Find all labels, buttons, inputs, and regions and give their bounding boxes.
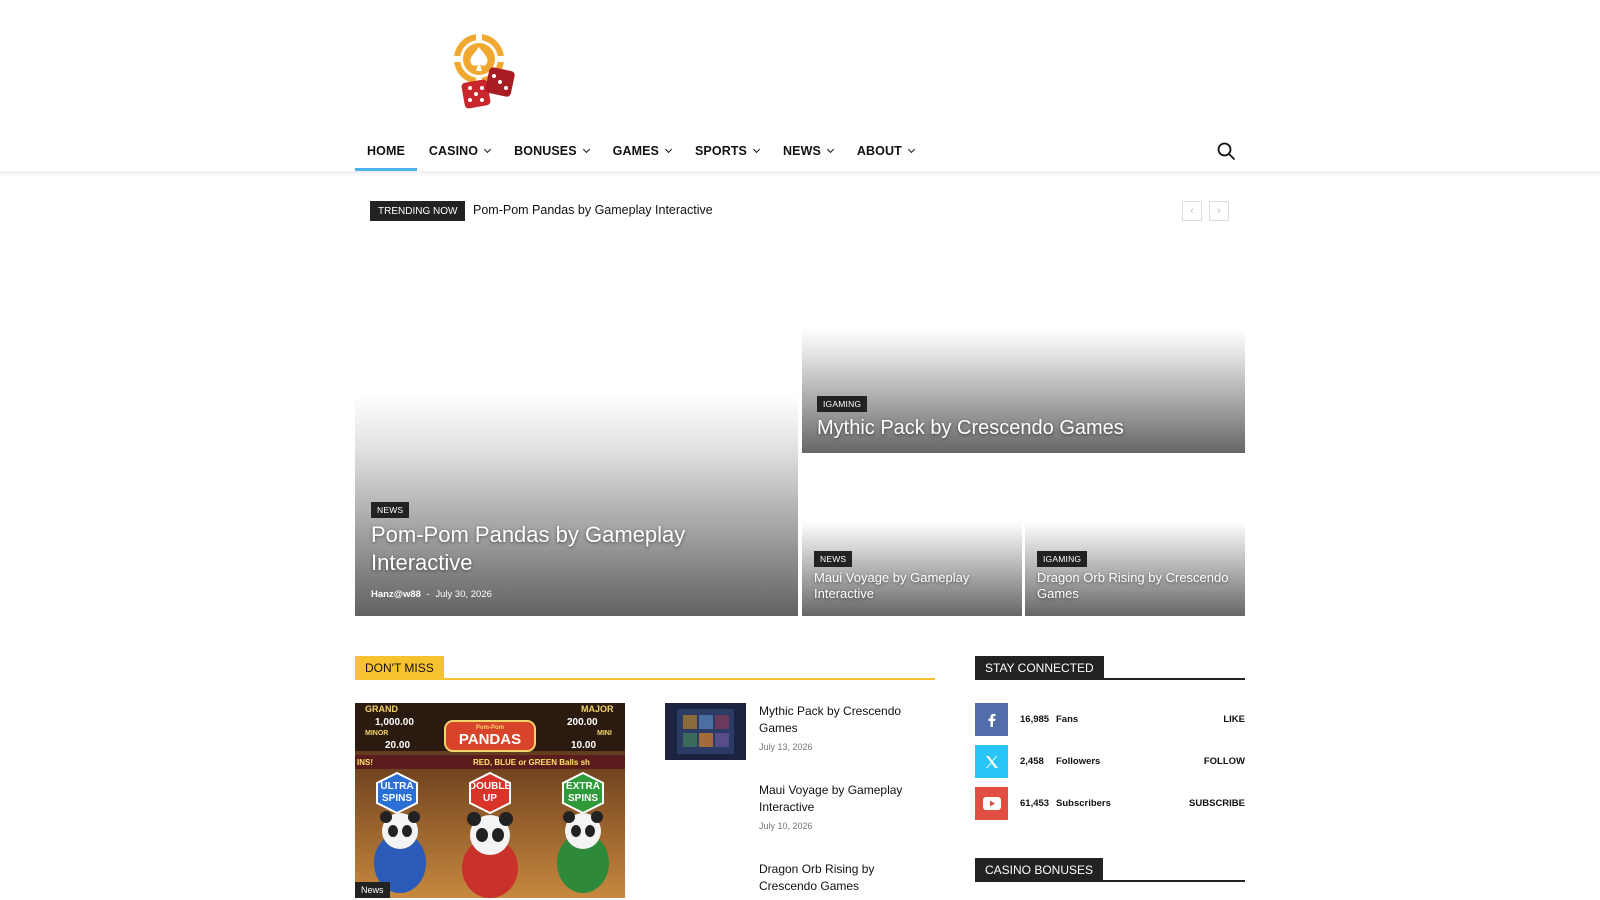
- slot-game-art: GRAND 1,000.00 MAJOR 200.00 MINOR 20.00 …: [355, 703, 625, 898]
- featured-small-post[interactable]: IGAMING Dragon Orb Rising by Crescendo G…: [1025, 522, 1245, 616]
- post-date: July 10, 2026: [759, 821, 813, 831]
- jackpot-mini-value: 10.00: [571, 740, 596, 751]
- post-date: July 30, 2026: [435, 589, 492, 600]
- category-badge[interactable]: IGAMING: [817, 396, 868, 412]
- chevron-down-icon: [752, 145, 761, 154]
- nav-sports-label: SPORTS: [695, 144, 747, 158]
- x-unit: Followers: [1056, 756, 1101, 767]
- facebook-icon[interactable]: [975, 703, 1008, 736]
- jackpot-minor-value: 20.00: [385, 740, 410, 751]
- post-title[interactable]: Pom-Pom Pandas by Gameplay Interactive: [371, 521, 771, 576]
- dont-miss-label: DON'T MISS: [355, 656, 444, 680]
- nav-casino-label: CASINO: [428, 144, 479, 158]
- tile-overlay: [355, 395, 798, 616]
- chevron-down-icon: [907, 145, 915, 154]
- chevron-down-icon: [826, 145, 834, 154]
- featured-small-post[interactable]: NEWS Maui Voyage by Gameplay Interactive: [802, 522, 1022, 616]
- main-nav: HOME CASINO BONUSES GAMES SPORTS NEWS AB…: [355, 131, 926, 171]
- post-title[interactable]: Mythic Pack by Crescendo Games: [817, 416, 1124, 441]
- like-button[interactable]: LIKE: [1223, 714, 1245, 725]
- featured-big-post[interactable]: NEWS Pom-Pom Pandas by Gameplay Interact…: [355, 395, 798, 616]
- jackpot-grand-label: GRAND: [365, 704, 398, 714]
- post-title[interactable]: Maui Voyage by Gameplay Interactive: [814, 570, 1014, 603]
- post-author[interactable]: Hanz@w88: [371, 589, 421, 600]
- category-tag[interactable]: News: [355, 882, 390, 898]
- x-twitter-icon[interactable]: [975, 745, 1008, 778]
- nav-news-label: NEWS: [783, 144, 821, 158]
- banner-text: RED, BLUE or GREEN Balls sh: [473, 758, 590, 767]
- x-count: 2,458: [1020, 756, 1044, 767]
- facebook-count: 16,985: [1020, 714, 1050, 725]
- category-badge[interactable]: IGAMING: [1037, 551, 1088, 567]
- dont-miss-feature-image[interactable]: GRAND 1,000.00 MAJOR 200.00 MINOR 20.00 …: [355, 703, 625, 898]
- category-badge[interactable]: NEWS: [814, 551, 853, 567]
- badge-extra-line2: SPINS: [568, 793, 598, 804]
- badge-ultra-line2: SPINS: [382, 793, 412, 804]
- list-item[interactable]: Maui Voyage by Gameplay Interactive July…: [665, 782, 935, 842]
- jackpot-mini-label: MINI: [597, 730, 612, 737]
- post-title[interactable]: Maui Voyage by Gameplay Interactive: [759, 782, 929, 816]
- post-date: July 13, 2026: [759, 742, 813, 752]
- header-divider: [0, 171, 1600, 177]
- post-title[interactable]: Dragon Orb Rising by Crescendo Games: [759, 861, 929, 895]
- chevron-down-icon: [582, 145, 590, 154]
- casino-bonuses-label: CASINO BONUSES: [975, 858, 1104, 882]
- panda-middle: [462, 812, 518, 898]
- nav-games-label: GAMES: [612, 144, 659, 158]
- nav-home[interactable]: HOME: [355, 131, 417, 171]
- subscribe-button[interactable]: SUBSCRIBE: [1189, 798, 1245, 809]
- banner-left-text: INS!: [357, 758, 373, 767]
- search-icon[interactable]: [1216, 141, 1236, 161]
- category-badge[interactable]: NEWS: [371, 502, 410, 518]
- stay-connected-label: STAY CONNECTED: [975, 656, 1104, 680]
- site-logo[interactable]: [453, 33, 523, 113]
- casino-bonuses-heading: CASINO BONUSES: [975, 858, 1245, 882]
- chevron-right-icon: ›: [1217, 205, 1221, 217]
- nav-news[interactable]: NEWS: [771, 131, 845, 171]
- follow-button[interactable]: FOLLOW: [1204, 756, 1245, 767]
- post-title[interactable]: Mythic Pack by Crescendo Games: [759, 703, 929, 737]
- post-meta: Hanz@w88 - July 30, 2026: [371, 589, 492, 600]
- stay-connected-heading: STAY CONNECTED: [975, 656, 1245, 680]
- post-title[interactable]: Dragon Orb Rising by Crescendo Games: [1037, 570, 1237, 603]
- trending-headline[interactable]: Pom-Pom Pandas by Gameplay Interactive: [473, 203, 713, 217]
- social-x[interactable]: 2,458 Followers FOLLOW: [975, 745, 1245, 778]
- featured-top-post[interactable]: IGAMING Mythic Pack by Crescendo Games: [802, 328, 1245, 453]
- youtube-icon[interactable]: [975, 787, 1008, 820]
- chevron-left-icon: ‹: [1190, 205, 1194, 217]
- list-item[interactable]: Mythic Pack by Crescendo Games July 13, …: [665, 703, 935, 763]
- nav-sports[interactable]: SPORTS: [683, 131, 771, 171]
- social-facebook[interactable]: 16,985 Fans LIKE: [975, 703, 1245, 736]
- chevron-down-icon: [484, 145, 492, 154]
- game-logo-text: PANDAS: [459, 731, 521, 748]
- nav-games[interactable]: GAMES: [601, 131, 683, 171]
- badge-ultra-line1: ULTRA: [380, 781, 413, 792]
- nav-casino[interactable]: CASINO: [417, 131, 502, 171]
- nav-bonuses[interactable]: BONUSES: [502, 131, 601, 171]
- nav-about-label: ABOUT: [856, 144, 902, 158]
- badge-extra-line1: EXTRA: [566, 781, 600, 792]
- post-thumbnail[interactable]: [665, 703, 746, 760]
- jackpot-major-value: 200.00: [567, 717, 598, 728]
- youtube-count: 61,453: [1020, 798, 1050, 809]
- trending-prev-button[interactable]: ‹: [1182, 201, 1202, 221]
- nav-bonuses-label: BONUSES: [514, 144, 577, 158]
- dont-miss-heading: DON'T MISS: [355, 656, 935, 680]
- nav-about[interactable]: ABOUT: [845, 131, 926, 171]
- jackpot-minor-label: MINOR: [365, 730, 388, 737]
- jackpot-grand-value: 1,000.00: [375, 717, 414, 728]
- list-item[interactable]: Dragon Orb Rising by Crescendo Games: [665, 861, 935, 900]
- badge-double-line2: UP: [483, 793, 497, 804]
- youtube-unit: Subscribers: [1056, 798, 1111, 809]
- jackpot-major-label: MAJOR: [581, 704, 614, 714]
- facebook-unit: Fans: [1056, 714, 1079, 725]
- nav-home-label: HOME: [367, 144, 405, 158]
- trending-next-button[interactable]: ›: [1209, 201, 1229, 221]
- meta-separator: -: [426, 589, 430, 600]
- chevron-down-icon: [664, 145, 673, 154]
- trending-label: TRENDING NOW: [370, 201, 466, 221]
- social-youtube[interactable]: 61,453 Subscribers SUBSCRIBE: [975, 787, 1245, 820]
- badge-double-line1: DOUBLE: [469, 781, 512, 792]
